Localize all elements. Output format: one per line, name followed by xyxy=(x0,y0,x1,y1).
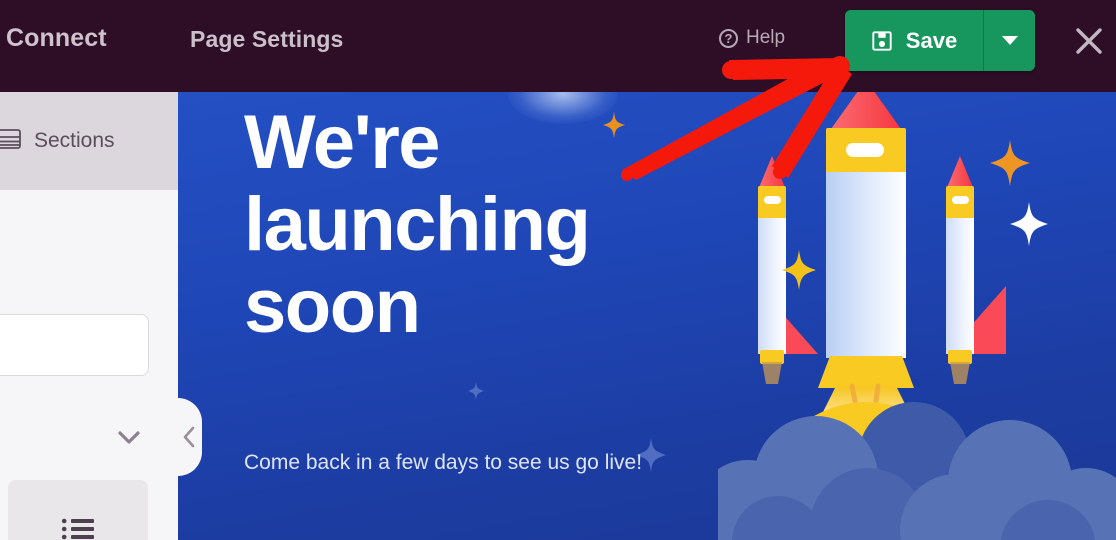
top-bar: Connect Page Settings ? Help Save xyxy=(0,0,1116,92)
question-circle-icon: ? xyxy=(719,28,738,48)
sections-layout-icon xyxy=(0,127,22,156)
chevron-left-icon xyxy=(183,426,195,448)
save-label: Save xyxy=(905,27,958,53)
faint-blue-sparkle-small xyxy=(468,382,484,400)
hero-heading[interactable]: We're launching soon xyxy=(244,101,764,348)
floppy-disk-save-icon xyxy=(871,30,893,52)
section-collapse-toggle[interactable] xyxy=(112,424,146,450)
sidebar-search-input[interactable] xyxy=(0,314,149,376)
chevron-down-icon xyxy=(1001,36,1018,45)
sidebar-tab-sections-label: Sections xyxy=(34,129,115,152)
sidebar-tab-sections[interactable]: Sections xyxy=(0,92,178,190)
app-root: Connect Page Settings ? Help Save Sectio… xyxy=(0,0,1116,540)
rocket-launch-illustration xyxy=(718,92,1116,540)
chevron-down-icon xyxy=(118,431,140,444)
page-settings-title: Page Settings xyxy=(190,26,344,52)
page-preview-canvas[interactable]: We're launching soon Come back in a few … xyxy=(178,92,1116,540)
save-dropdown-button[interactable] xyxy=(984,10,1035,71)
app-brand-title: Connect xyxy=(6,24,107,52)
save-button[interactable]: Save xyxy=(845,10,983,71)
left-sidebar-panel: Sections List xyxy=(0,92,178,540)
close-button[interactable] xyxy=(1072,24,1106,58)
list-bullets-icon xyxy=(61,517,95,540)
hero-subtext[interactable]: Come back in a few days to see us go liv… xyxy=(244,447,664,480)
sidebar-block-list[interactable]: List xyxy=(8,480,148,540)
panel-collapse-handle[interactable] xyxy=(178,398,202,476)
help-button[interactable]: ? Help xyxy=(719,27,785,49)
close-x-icon xyxy=(1076,28,1102,54)
save-split-button[interactable]: Save xyxy=(845,10,1035,71)
help-label: Help xyxy=(746,27,786,48)
